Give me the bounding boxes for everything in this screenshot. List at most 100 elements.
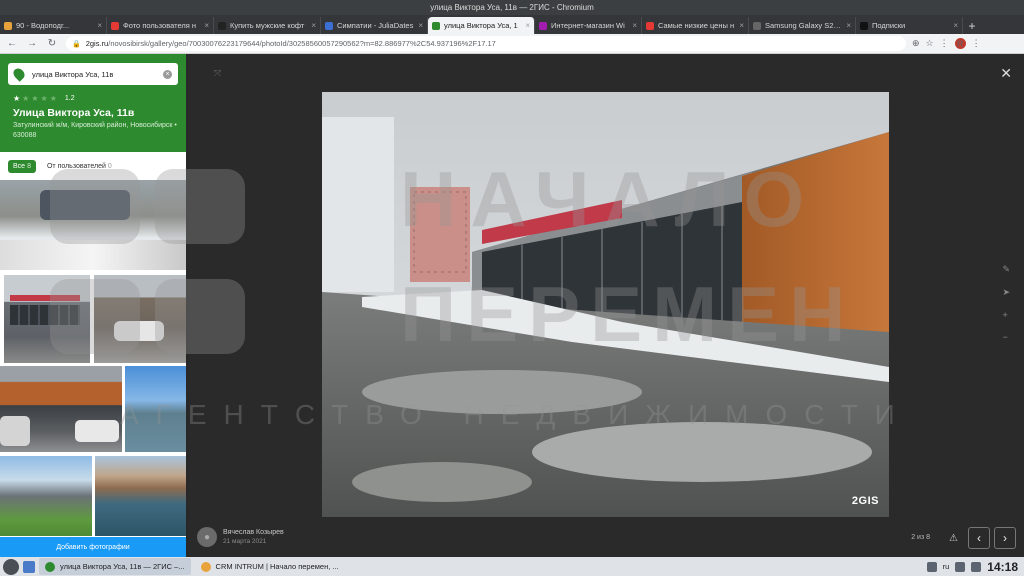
- zoom-in-icon[interactable]: +: [1002, 310, 1010, 320]
- new-tab-button[interactable]: +: [963, 17, 981, 34]
- tab-favicon-icon: [646, 21, 654, 30]
- tab-close-icon[interactable]: ×: [311, 21, 316, 30]
- tab-favicon-icon: [4, 21, 12, 30]
- url-path: /novosibirsk/gallery/geo/700300762231796…: [108, 39, 496, 48]
- tab-title: Самые низкие цены н: [658, 21, 735, 30]
- photo-thumbnail[interactable]: [95, 456, 186, 536]
- map-layers-icon[interactable]: ⤧: [214, 68, 221, 79]
- close-icon[interactable]: ✕: [1000, 66, 1012, 80]
- ruler-icon[interactable]: ✎: [1002, 264, 1010, 275]
- browser-menu-icon[interactable]: ⋮: [972, 38, 981, 49]
- search-field[interactable]: улица Виктора Уса, 11в ×: [8, 63, 178, 85]
- photo-thumbnail[interactable]: [0, 180, 186, 270]
- browser-tab[interactable]: 90 - Водоподг... ×: [0, 17, 107, 34]
- tab-close-icon[interactable]: ×: [739, 21, 744, 30]
- photo-thumbnail[interactable]: [0, 456, 92, 536]
- tab-close-icon[interactable]: ×: [97, 21, 102, 30]
- tab-close-icon[interactable]: ×: [418, 21, 423, 30]
- tab-close-icon[interactable]: ×: [525, 21, 530, 30]
- prev-photo-button[interactable]: ‹: [968, 527, 990, 549]
- tab-favicon-icon: [111, 21, 119, 30]
- lock-icon: 🔒: [72, 40, 81, 48]
- tab-title: Подписки: [872, 21, 906, 30]
- screen: улица Виктора Уса, 11в — 2ГИС - Chromium…: [0, 0, 1024, 576]
- main-photo: 2GIS: [322, 92, 889, 517]
- file-manager-icon[interactable]: [23, 560, 35, 573]
- cast-icon[interactable]: ⊕: [912, 38, 920, 49]
- tab-favicon-icon: [539, 21, 547, 30]
- photo-viewer: ⤧ ✕ ✎ ➤ + − 2GIS ● Вячеслав Козырев 21 м…: [189, 54, 1024, 557]
- bookmark-star-icon[interactable]: ☆: [926, 38, 934, 49]
- taskbar-window-button[interactable]: CRM INTRUM | Начало перемен, ...: [195, 558, 345, 575]
- photo-thumbnail[interactable]: [94, 275, 186, 363]
- profile-avatar[interactable]: R: [954, 38, 966, 49]
- tab-close-icon[interactable]: ×: [632, 21, 637, 30]
- tab-favicon-icon: [325, 21, 333, 30]
- compass-icon[interactable]: ➤: [1002, 287, 1010, 298]
- browser-tab[interactable]: Купить мужские кофт ×: [214, 17, 321, 34]
- tab-close-icon[interactable]: ×: [204, 21, 209, 30]
- app-icon: [45, 561, 55, 572]
- window-title: улица Виктора Уса, 11в — 2ГИС - Chromium: [0, 0, 1024, 15]
- tab-close-icon[interactable]: ×: [846, 21, 851, 30]
- url-field[interactable]: 🔒 2gis.ru/novosibirsk/gallery/geo/700300…: [66, 36, 906, 51]
- tab-title: Симпатии - JuliaDates: [337, 21, 414, 30]
- tab-title: Samsung Galaxy S23 U: [765, 21, 844, 30]
- rating-row: ★ ★ ★ ★ ★ 1.2: [13, 94, 75, 103]
- reload-icon[interactable]: ↻: [44, 36, 60, 52]
- browser-tab[interactable]: Samsung Galaxy S23 U ×: [749, 17, 856, 34]
- report-warning-icon[interactable]: ⚠: [949, 533, 958, 544]
- back-icon[interactable]: ←: [4, 36, 20, 52]
- browser-tab[interactable]: Фото пользователя н ×: [107, 17, 214, 34]
- menu-kebab-icon[interactable]: ⋮: [940, 38, 949, 49]
- taskbar-window-button[interactable]: улица Виктора Уса, 11в — 2ГИС –...: [39, 558, 191, 575]
- photo-thumbnail[interactable]: [0, 366, 122, 452]
- page-content: улица Виктора Уса, 11в × ★ ★ ★ ★ ★ 1.2 Улица …: [0, 54, 1024, 557]
- url-host: 2gis.ru: [85, 39, 109, 48]
- volume-icon[interactable]: [955, 561, 966, 572]
- photo-counter: 2 из 8: [911, 534, 930, 541]
- star-icon: ★: [22, 94, 30, 103]
- taskbar-window-title: улица Виктора Уса, 11в — 2ГИС –...: [60, 562, 185, 571]
- tab-title: Купить мужские кофт: [230, 21, 305, 30]
- browser-tab[interactable]: улица Виктора Уса, 1 ×: [428, 17, 535, 34]
- keyboard-layout[interactable]: ru: [943, 562, 950, 571]
- browser-tab[interactable]: Интернет-магазин Wi ×: [535, 17, 642, 34]
- photo-filters: Все 8 От пользователей 0: [0, 152, 186, 180]
- photo-thumbnails: [0, 180, 186, 537]
- tab-title: Интернет-магазин Wi: [551, 21, 625, 30]
- forward-icon[interactable]: →: [24, 36, 40, 52]
- photo-thumbnail[interactable]: [125, 366, 186, 452]
- app-icon: [200, 561, 211, 572]
- network-icon[interactable]: [926, 561, 937, 572]
- photo-thumbnail[interactable]: [4, 275, 90, 363]
- brand-mark: 2GIS: [851, 495, 879, 507]
- tab-title: улица Виктора Уса, 1: [444, 21, 518, 30]
- place-title: Улица Виктора Уса, 11в: [13, 107, 135, 119]
- start-menu-icon[interactable]: [3, 558, 19, 575]
- clock: 14:18: [987, 559, 1018, 574]
- browser-tab[interactable]: Самые низкие цены н ×: [642, 17, 749, 34]
- star-icon: ★: [40, 94, 48, 103]
- filter-chip[interactable]: Все 8: [8, 159, 36, 173]
- tab-favicon-icon: [432, 21, 440, 30]
- filter-chip[interactable]: От пользователей 0: [42, 160, 117, 173]
- photo-date: 21 марта 2021: [223, 538, 267, 545]
- tab-strip: 90 - Водоподг... × Фото пользователя н × Куп…: [0, 15, 1024, 34]
- map-controls: ✎ ➤ + −: [1002, 264, 1010, 342]
- star-icon: ★: [13, 94, 21, 103]
- browser-tab[interactable]: Подписки ×: [856, 17, 963, 34]
- add-photo-button[interactable]: Добавить фотографии: [0, 537, 186, 557]
- taskbar: улица Виктора Уса, 11в — 2ГИС –... CRM IN…: [0, 557, 1024, 576]
- tab-close-icon[interactable]: ×: [953, 21, 958, 30]
- filter-count: 0: [107, 162, 112, 170]
- rating-score: 1.2: [64, 95, 75, 102]
- author-name: Вячеслав Козырев: [223, 529, 284, 536]
- next-photo-button[interactable]: ›: [994, 527, 1016, 549]
- battery-icon[interactable]: [971, 561, 982, 572]
- filter-label: Все: [13, 162, 26, 170]
- tab-title: 90 - Водоподг...: [16, 21, 70, 30]
- zoom-out-icon[interactable]: −: [1002, 332, 1010, 342]
- clear-icon[interactable]: ×: [163, 69, 172, 79]
- browser-tab[interactable]: Симпатии - JuliaDates ×: [321, 17, 428, 34]
